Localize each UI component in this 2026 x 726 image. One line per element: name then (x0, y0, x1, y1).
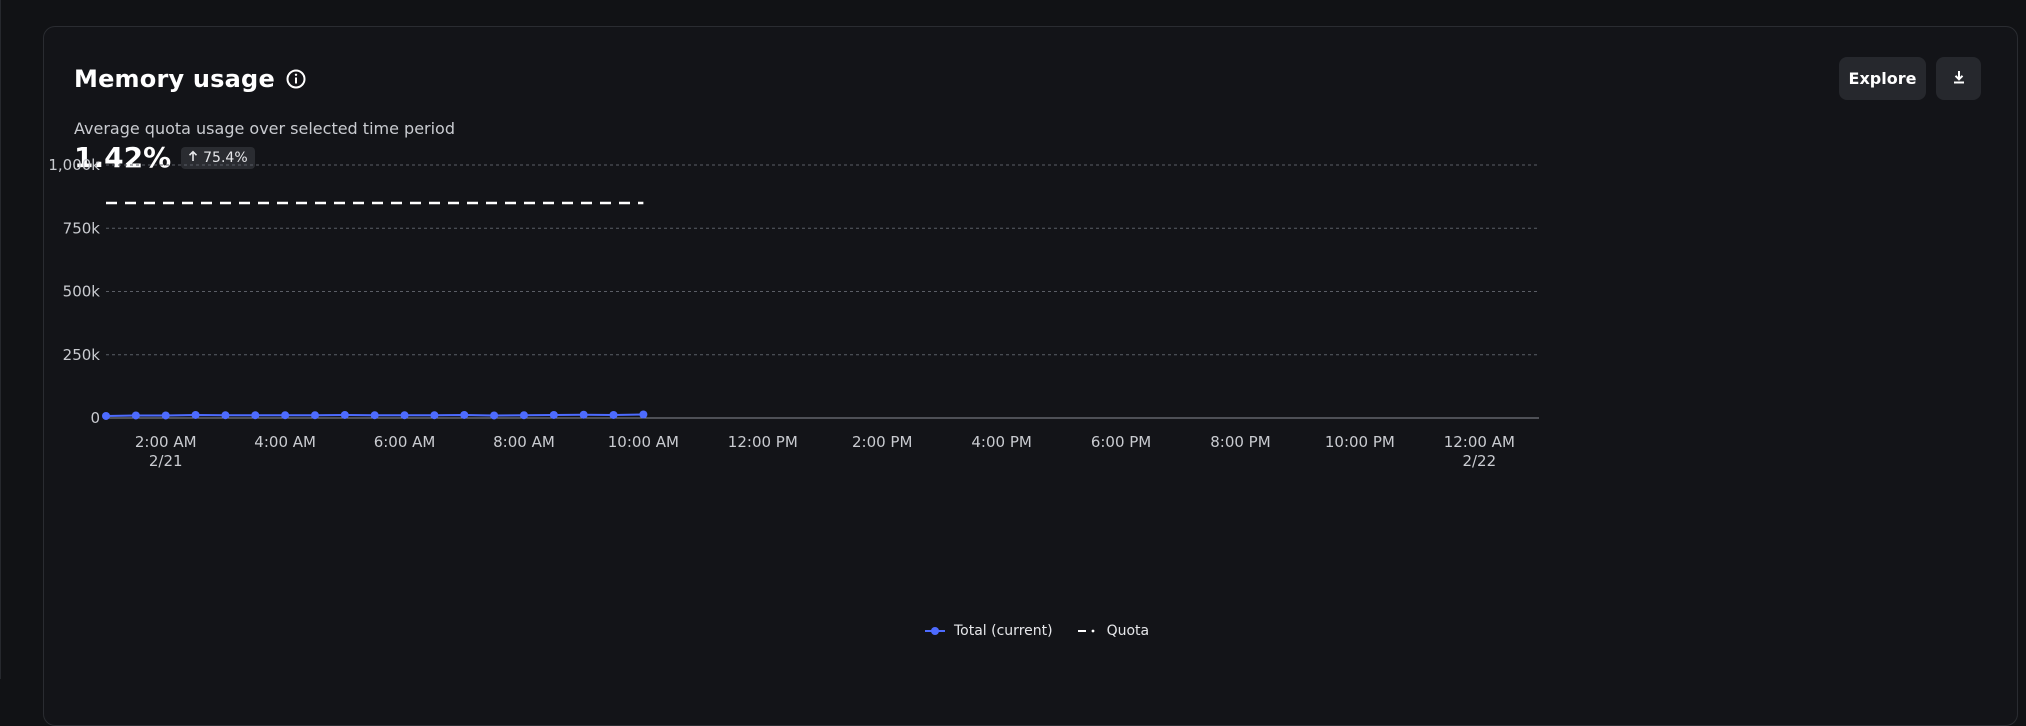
x-tick-label: 2:00 PM (852, 433, 912, 451)
total-point (191, 410, 200, 419)
memory-usage-panel: Memory usage Explore Average quota usage… (43, 26, 2018, 726)
x-tick-label: 6:00 AM (374, 433, 436, 451)
legend-item-total[interactable]: Total (current) (924, 623, 1053, 639)
x-tick-label: 8:00 AM (493, 433, 555, 451)
x-tick-label: 10:00 PM (1325, 433, 1395, 451)
x-tick-label: 8:00 PM (1210, 433, 1270, 451)
legend-total-marker (925, 627, 945, 635)
total-point (549, 410, 558, 419)
chart-series (102, 201, 648, 420)
memory-chart: 1,000k 750k 500k 250k 0 2:00 AM2/21 4:00 AM 6:… (48, 156, 1539, 470)
total-point (430, 411, 439, 420)
total-point (102, 411, 110, 420)
x-tick-label: 2:00 AM (135, 433, 197, 451)
x-tick-label: 6:00 PM (1091, 433, 1151, 451)
legend-quota-marker (1077, 629, 1094, 633)
y-tick-label: 250k (63, 346, 101, 364)
y-tick-label: 1,000k (48, 156, 100, 174)
total-point (251, 411, 260, 420)
total-point (519, 411, 528, 420)
legend-total-label: Total (current) (954, 623, 1053, 639)
total-point (161, 411, 170, 420)
total-point (609, 410, 618, 419)
total-point (400, 411, 409, 420)
y-tick-label: 500k (63, 283, 101, 301)
x-tick-label: 12:00 PM (728, 433, 798, 451)
legend-quota-label: Quota (1106, 623, 1150, 639)
total-point (460, 410, 469, 419)
total-point (221, 411, 230, 420)
total-point (281, 411, 290, 420)
legend-item-quota[interactable]: Quota (1077, 623, 1150, 639)
y-tick-label: 0 (90, 409, 100, 427)
x-tick-label: 4:00 AM (254, 433, 316, 451)
chart-legend: Total (current) Quota (924, 623, 1149, 639)
total-point (310, 411, 319, 420)
total-point (340, 410, 349, 419)
x-tick-sublabel: 2/21 (149, 452, 183, 470)
x-axis: 2:00 AM2/21 4:00 AM 6:00 AM 8:00 AM 10:00 AM… (135, 433, 1515, 470)
x-tick-label: 12:00 AM (1444, 433, 1515, 451)
total-point (131, 411, 140, 420)
total-point (579, 410, 588, 419)
x-tick-label: 4:00 PM (971, 433, 1031, 451)
y-tick-label: 750k (63, 219, 101, 237)
total-point (370, 411, 379, 420)
y-axis: 1,000k 750k 500k 250k 0 (48, 156, 100, 427)
x-tick-sublabel: 2/22 (1462, 452, 1496, 470)
x-tick-label: 10:00 AM (608, 433, 679, 451)
total-point (639, 410, 648, 419)
total-point (490, 411, 499, 420)
